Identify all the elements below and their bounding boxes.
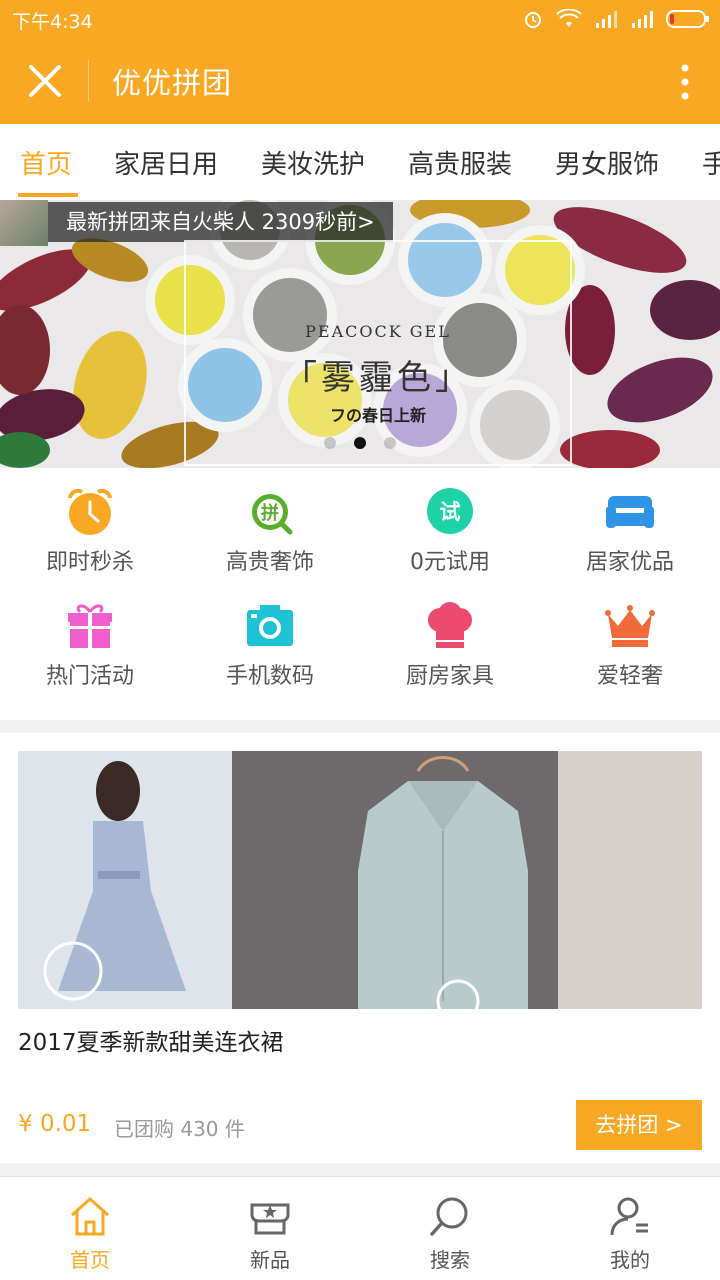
sofa-icon — [606, 496, 654, 528]
carousel-dot-1[interactable] — [324, 437, 336, 449]
product-card[interactable]: 2017夏季新款甜美连衣裙 ¥ 0.01 已团购 430 件 去拼团 > — [0, 733, 720, 1163]
category-home-picks[interactable]: 居家优品 — [540, 468, 720, 578]
search-icon — [430, 1197, 468, 1236]
category-label: 热门活动 — [45, 664, 134, 689]
wifi-icon — [556, 9, 582, 27]
category-luxury[interactable]: 拼 高贵奢饰 — [180, 468, 360, 578]
nav-home[interactable]: 首页 — [0, 1177, 180, 1280]
category-digital[interactable]: 手机数码 — [180, 582, 360, 692]
product-price: ¥ 0.01 — [18, 1111, 92, 1137]
header-divider — [88, 60, 89, 102]
signal-icon-2 — [632, 11, 653, 28]
bottom-nav: 首页 新品 搜索 我的 — [0, 1176, 720, 1280]
status-bar: 下午4:34 — [0, 0, 720, 38]
pin-badge-text: 拼 — [261, 502, 279, 524]
category-label: 厨房家具 — [405, 664, 494, 689]
banner-brand: PEACOCK GEL — [305, 322, 451, 341]
tab-more[interactable]: 手 — [702, 144, 720, 181]
category-hot-events[interactable]: 热门活动 — [0, 582, 180, 692]
banner-subtitle: フの春日上新 — [329, 406, 426, 425]
nav-search[interactable]: 搜索 — [360, 1177, 540, 1280]
tab-home-goods[interactable]: 家居日用 — [114, 144, 218, 181]
gift-icon — [68, 604, 112, 648]
nav-label: 首页 — [70, 1248, 110, 1272]
trial-badge-text: 试 — [440, 500, 461, 524]
category-label: 高贵奢饰 — [225, 550, 314, 575]
category-label: 手机数码 — [225, 664, 314, 689]
tab-fashion[interactable]: 男女服饰 — [555, 144, 659, 181]
more-vertical-icon[interactable] — [680, 62, 690, 102]
signal-icon — [596, 11, 617, 28]
close-icon[interactable] — [24, 60, 66, 102]
alarm-status-icon — [525, 12, 541, 28]
page-title: 优优拼团 — [112, 66, 233, 100]
chef-hat-icon — [428, 602, 472, 648]
status-time: 下午4:34 — [12, 11, 93, 33]
banner-headline: 「雾霾色」 — [283, 358, 473, 398]
category-free-trial[interactable]: 试 0元试用 — [360, 468, 540, 578]
product-name[interactable]: 2017夏季新款甜美连衣裙 — [18, 1023, 284, 1057]
category-grid: 即时秒杀 拼 高贵奢饰 试 0元试用 居家优品 热门活动 手机数码 厨房家具 爱… — [0, 468, 720, 720]
nav-label: 我的 — [610, 1248, 650, 1272]
pin-badge-icon: 拼 — [252, 494, 293, 535]
category-kitchen[interactable]: 厨房家具 — [360, 582, 540, 692]
category-light-luxury[interactable]: 爱轻奢 — [540, 582, 720, 692]
carousel-dot-3[interactable] — [384, 437, 396, 449]
category-flash-sale[interactable]: 即时秒杀 — [0, 468, 180, 578]
banner-text-frame: PEACOCK GEL 「雾霾色」 フの春日上新 — [184, 240, 572, 466]
category-tabs: 首页 家居日用 美妆洗护 高贵服装 男女服饰 手 — [0, 124, 720, 200]
category-label: 即时秒杀 — [45, 550, 134, 575]
category-label: 0元试用 — [410, 550, 490, 575]
crown-icon — [605, 605, 655, 647]
home-icon — [71, 1197, 109, 1236]
sold-count: 已团购 430 件 — [114, 1117, 245, 1141]
tab-home[interactable]: 首页 — [20, 144, 72, 181]
carousel-dots[interactable] — [324, 437, 396, 449]
trial-badge-icon: 试 — [427, 488, 473, 534]
tab-beauty[interactable]: 美妆洗护 — [261, 144, 365, 181]
group-buy-ticker[interactable]: 最新拼团来自火柴人 2309秒前> — [0, 200, 393, 246]
promo-banner[interactable]: 最新拼团来自火柴人 2309秒前> PEACOCK GEL 「雾霾色」 フの春日… — [0, 200, 720, 468]
new-product-icon — [250, 1203, 290, 1235]
profile-icon — [610, 1197, 648, 1236]
category-label: 居家优品 — [585, 550, 674, 575]
status-icons — [522, 8, 710, 30]
category-label: 爱轻奢 — [596, 664, 663, 689]
join-group-button[interactable]: 去拼团 > — [576, 1100, 702, 1150]
battery-icon — [666, 10, 709, 28]
carousel-dot-2[interactable] — [354, 437, 366, 449]
nav-label: 搜索 — [430, 1248, 470, 1272]
camera-icon — [247, 605, 293, 646]
active-tab-indicator — [18, 193, 78, 197]
alarm-clock-icon — [68, 488, 112, 535]
app-header: 优优拼团 — [0, 38, 720, 124]
nav-label: 新品 — [250, 1248, 290, 1272]
nav-new[interactable]: 新品 — [180, 1177, 360, 1280]
avatar — [0, 200, 48, 246]
nav-profile[interactable]: 我的 — [540, 1177, 720, 1280]
ticker-text: 最新拼团来自火柴人 2309秒前> — [48, 202, 393, 242]
tab-luxury-clothing[interactable]: 高贵服装 — [408, 144, 512, 181]
product-image[interactable] — [18, 751, 702, 1009]
